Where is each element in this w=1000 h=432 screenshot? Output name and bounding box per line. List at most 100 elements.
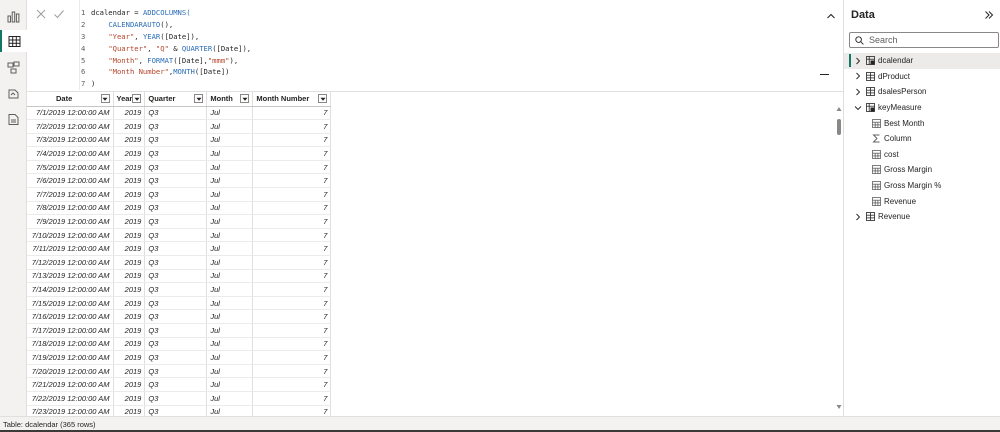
tmdl-view-icon[interactable] — [0, 108, 27, 130]
chevron-right-icon[interactable] — [854, 213, 862, 221]
table-cell[interactable]: 2019 — [113, 282, 146, 297]
table-cell[interactable]: 7 — [252, 201, 332, 216]
table-cell[interactable]: Jul — [206, 309, 254, 324]
report-view-icon[interactable] — [0, 5, 27, 27]
column-header[interactable]: Date — [27, 92, 114, 107]
table-cell[interactable]: Jul — [206, 364, 254, 379]
table-cell[interactable]: 2019 — [113, 350, 146, 365]
column-header[interactable]: Month — [206, 92, 254, 107]
table-cell[interactable]: Jul — [206, 241, 254, 257]
tree-field-item[interactable]: cost — [844, 147, 1000, 163]
table-cell[interactable]: Jul — [206, 391, 254, 406]
column-header[interactable]: Quarter — [144, 92, 208, 107]
table-cell[interactable]: Q3 — [144, 201, 208, 216]
table-cell[interactable]: 7/4/2019 12:00:00 AM — [27, 146, 114, 161]
table-cell[interactable]: 7/7/2019 12:00:00 AM — [27, 187, 114, 202]
table-cell[interactable]: 7/21/2019 12:00:00 AM — [27, 377, 114, 392]
table-cell[interactable]: 2019 — [113, 119, 146, 134]
table-cell[interactable]: Q3 — [144, 309, 208, 324]
table-cell[interactable]: Q3 — [144, 269, 208, 284]
table-cell[interactable]: 2019 — [113, 214, 146, 229]
table-cell[interactable]: Jul — [206, 187, 254, 202]
scroll-down-icon[interactable] — [836, 404, 842, 410]
table-cell[interactable]: 7/13/2019 12:00:00 AM — [27, 269, 114, 284]
cancel-formula-icon[interactable] — [35, 8, 47, 20]
table-cell[interactable]: 7/3/2019 12:00:00 AM — [27, 133, 114, 148]
table-cell[interactable]: Q3 — [144, 296, 208, 311]
table-cell[interactable]: Jul — [206, 405, 254, 416]
filter-dropdown-icon[interactable] — [240, 94, 250, 104]
table-cell[interactable]: Q3 — [144, 377, 208, 392]
table-cell[interactable]: Jul — [206, 133, 254, 148]
filter-dropdown-icon[interactable] — [100, 94, 110, 104]
table-cell[interactable]: 2019 — [113, 377, 146, 392]
table-cell[interactable]: 7 — [252, 269, 332, 284]
table-cell[interactable]: Q3 — [144, 160, 208, 175]
filter-dropdown-icon[interactable] — [132, 94, 142, 104]
table-cell[interactable]: 2019 — [113, 160, 146, 175]
tree-field-item[interactable]: Column — [844, 131, 1000, 147]
table-cell[interactable]: 7/10/2019 12:00:00 AM — [27, 228, 114, 243]
table-cell[interactable]: 7 — [252, 133, 332, 148]
table-cell[interactable]: 7/1/2019 12:00:00 AM — [27, 106, 114, 121]
collapse-pane-icon[interactable] — [984, 10, 994, 20]
table-cell[interactable]: 7 — [252, 119, 332, 134]
table-cell[interactable]: Jul — [206, 119, 254, 134]
table-cell[interactable]: Jul — [206, 214, 254, 229]
scroll-thumb[interactable] — [837, 119, 841, 135]
table-cell[interactable]: 7 — [252, 391, 332, 406]
table-cell[interactable]: Jul — [206, 146, 254, 161]
table-cell[interactable]: 7/17/2019 12:00:00 AM — [27, 323, 114, 338]
table-cell[interactable]: 2019 — [113, 173, 146, 189]
table-cell[interactable]: Q3 — [144, 391, 208, 406]
table-cell[interactable]: 7 — [252, 255, 332, 270]
table-cell[interactable]: Q3 — [144, 282, 208, 297]
table-cell[interactable]: 7 — [252, 405, 332, 416]
filter-dropdown-icon[interactable] — [318, 94, 328, 104]
scroll-up-icon[interactable] — [836, 106, 842, 112]
table-view-icon[interactable] — [0, 30, 27, 52]
table-cell[interactable]: Jul — [206, 160, 254, 175]
table-cell[interactable]: 2019 — [113, 255, 146, 270]
tree-field-item[interactable]: Gross Margin % — [844, 178, 1000, 194]
table-cell[interactable]: Jul — [206, 228, 254, 243]
commit-formula-icon[interactable] — [53, 8, 65, 20]
table-cell[interactable]: 2019 — [113, 296, 146, 311]
table-cell[interactable]: Q3 — [144, 187, 208, 202]
grid-vertical-scrollbar[interactable] — [835, 100, 843, 412]
table-cell[interactable]: 7/8/2019 12:00:00 AM — [27, 201, 114, 216]
table-cell[interactable]: 2019 — [113, 201, 146, 216]
table-cell[interactable]: 7 — [252, 323, 332, 338]
table-cell[interactable]: 7 — [252, 146, 332, 161]
table-cell[interactable]: 7 — [252, 309, 332, 324]
tree-table-item[interactable]: dsalesPerson — [844, 84, 1000, 100]
chevron-right-icon[interactable] — [854, 57, 862, 65]
table-cell[interactable]: 7/12/2019 12:00:00 AM — [27, 255, 114, 270]
collapse-formula-icon[interactable] — [825, 10, 837, 22]
formula-editor[interactable]: 1 dcalendar = ADDCOLUMNS(2 CALENDARAUTO()… — [81, 7, 821, 90]
table-cell[interactable]: 7 — [252, 364, 332, 379]
table-cell[interactable]: 7/19/2019 12:00:00 AM — [27, 350, 114, 365]
table-cell[interactable]: 2019 — [113, 405, 146, 416]
formula-minimize-icon[interactable] — [820, 74, 829, 75]
table-cell[interactable]: Q3 — [144, 255, 208, 270]
table-cell[interactable]: 2019 — [113, 269, 146, 284]
table-cell[interactable]: Jul — [206, 296, 254, 311]
table-cell[interactable]: 2019 — [113, 228, 146, 243]
table-cell[interactable]: 7/9/2019 12:00:00 AM — [27, 214, 114, 229]
column-header[interactable]: Month Number — [252, 92, 332, 107]
tree-table-item[interactable]: dcalendar — [844, 53, 1000, 69]
table-cell[interactable]: 7 — [252, 187, 332, 202]
tree-field-item[interactable]: Revenue — [844, 193, 1000, 209]
table-cell[interactable]: 2019 — [113, 337, 146, 352]
table-cell[interactable]: Q3 — [144, 119, 208, 134]
table-cell[interactable]: Q3 — [144, 405, 208, 416]
table-cell[interactable]: 7/5/2019 12:00:00 AM — [27, 160, 114, 175]
chevron-down-icon[interactable] — [854, 104, 862, 112]
table-cell[interactable]: 2019 — [113, 364, 146, 379]
table-cell[interactable]: 7 — [252, 282, 332, 297]
dax-query-icon[interactable] — [0, 82, 27, 104]
table-cell[interactable]: Q3 — [144, 133, 208, 148]
table-cell[interactable]: Jul — [206, 269, 254, 284]
data-search-box[interactable] — [849, 32, 999, 48]
